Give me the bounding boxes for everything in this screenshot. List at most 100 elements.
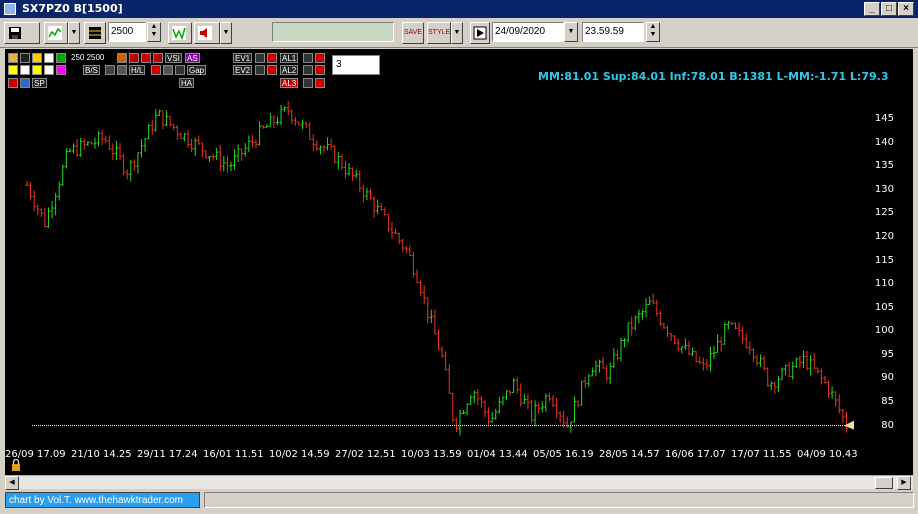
ev1-close-icon[interactable] [267, 53, 277, 63]
price-bar [225, 155, 229, 173]
app-icon [4, 3, 16, 15]
price-bar [315, 140, 319, 152]
tool-icon-7[interactable] [151, 65, 161, 75]
gap-button[interactable]: Gap [187, 65, 207, 75]
ha-button[interactable]: HA [179, 78, 195, 88]
al3-button[interactable]: AL3 [280, 78, 299, 88]
date-picker[interactable]: 24/09/2020 [492, 22, 564, 42]
chart-area[interactable]: 250 2500 VSI AS B/S H/L Gap HA SP EV1 EV… [5, 49, 913, 475]
price-bar [233, 149, 237, 170]
price-bar [218, 145, 222, 172]
bs-button[interactable]: B/S [83, 65, 100, 75]
white-color-icon[interactable] [44, 53, 54, 63]
price-bar [279, 104, 283, 126]
sp-icon-1[interactable] [8, 78, 18, 88]
vsi-button[interactable]: VSI [165, 53, 182, 63]
sp-button[interactable]: SP [32, 78, 47, 88]
horizontal-scrollbar[interactable]: ◀ ▶ [5, 475, 913, 490]
sound-button[interactable] [194, 22, 220, 44]
x-tick-label: 10/02 14.59 [269, 449, 330, 460]
al2-settings-icon[interactable] [303, 65, 313, 75]
date-dropdown[interactable]: ▼ [564, 22, 578, 42]
price-bar [587, 374, 591, 388]
white-color-icon-2[interactable] [20, 65, 30, 75]
scroll-right-button[interactable]: ▶ [897, 476, 911, 490]
price-bar [776, 376, 780, 392]
green-color-icon[interactable] [56, 53, 66, 63]
sound-dropdown[interactable]: ▼ [220, 22, 232, 44]
al1-settings-icon[interactable] [303, 53, 313, 63]
as-button[interactable]: AS [185, 53, 200, 63]
ev2-close-icon[interactable] [267, 65, 277, 75]
price-bar [526, 393, 530, 410]
price-bar [372, 195, 376, 218]
pen-icon[interactable] [20, 53, 30, 63]
price-bar [75, 139, 79, 157]
wave-icon[interactable] [175, 65, 185, 75]
chart-type-button[interactable] [44, 22, 68, 44]
price-bar [125, 169, 129, 180]
line-icon[interactable] [32, 53, 42, 63]
al1-close-icon[interactable] [315, 53, 325, 63]
save-file-button[interactable] [4, 22, 40, 44]
bars-count-spinner[interactable]: ▲ ▼ [147, 22, 161, 42]
tool-icon-3[interactable] [141, 53, 151, 63]
ev1-button[interactable]: EV1 [233, 53, 253, 63]
al3-close-icon[interactable] [315, 78, 325, 88]
lock-icon[interactable] [10, 459, 22, 471]
tool-icon-5[interactable] [105, 65, 115, 75]
chart-type-dropdown[interactable]: ▼ [68, 22, 80, 44]
close-button[interactable]: × [898, 2, 914, 16]
ev2-settings-icon[interactable] [255, 65, 265, 75]
play-button[interactable] [470, 22, 490, 44]
al2-close-icon[interactable] [315, 65, 325, 75]
tool-icon-1[interactable] [117, 53, 127, 63]
yellow-color-icon-2[interactable] [32, 65, 42, 75]
scroll-thumb[interactable] [875, 477, 893, 489]
restore-button[interactable]: □ [881, 2, 897, 16]
price-bar [143, 137, 147, 152]
ev1-settings-icon[interactable] [255, 53, 265, 63]
price-bar [830, 386, 834, 399]
price-bar [844, 411, 848, 433]
al1-button[interactable]: AL1 [280, 53, 299, 63]
time-input[interactable]: 23.59.59 [582, 22, 644, 42]
hl-button[interactable]: H/L [129, 65, 146, 75]
price-bar [666, 325, 670, 338]
price-bar [68, 148, 72, 153]
period-input[interactable]: 3 [332, 55, 380, 75]
x-tick-label: 10/03 13.59 [401, 449, 462, 460]
price-bar [676, 338, 680, 352]
grid-button[interactable] [84, 22, 106, 44]
scroll-left-button[interactable]: ◀ [5, 476, 19, 490]
style-button[interactable]: STYLE [427, 22, 451, 44]
price-bar [494, 408, 498, 420]
price-bar [544, 393, 548, 412]
white-color-icon-3[interactable] [44, 65, 54, 75]
indicator-button[interactable] [168, 22, 192, 44]
tool-icon-4[interactable] [153, 53, 163, 63]
x-tick-label: 16/06 17.07 [665, 449, 726, 460]
save-button[interactable]: SAVE [402, 22, 424, 44]
style-dropdown[interactable]: ▼ [451, 22, 463, 44]
time-spinner[interactable]: ▲ ▼ [646, 22, 660, 42]
al2-button[interactable]: AL2 [280, 65, 299, 75]
palette-icon[interactable] [8, 53, 18, 63]
tool-icon-8[interactable] [163, 65, 173, 75]
price-bar [701, 357, 705, 371]
price-bar [540, 401, 544, 413]
magenta-color-icon[interactable] [56, 65, 66, 75]
al3-settings-icon[interactable] [303, 78, 313, 88]
tool-icon-6[interactable] [117, 65, 127, 75]
price-bar [819, 368, 823, 385]
yellow-color-icon[interactable] [8, 65, 18, 75]
bars-count-input[interactable]: 2500 [108, 22, 146, 42]
ev2-button[interactable]: EV2 [233, 65, 253, 75]
price-bar [358, 170, 362, 193]
speaker-icon [198, 26, 212, 40]
minimize-button[interactable]: _ [864, 2, 880, 16]
y-tick-label: 130 [874, 183, 894, 195]
price-bar [369, 188, 373, 200]
tool-icon-2[interactable] [129, 53, 139, 63]
blue-color-icon[interactable] [20, 78, 30, 88]
